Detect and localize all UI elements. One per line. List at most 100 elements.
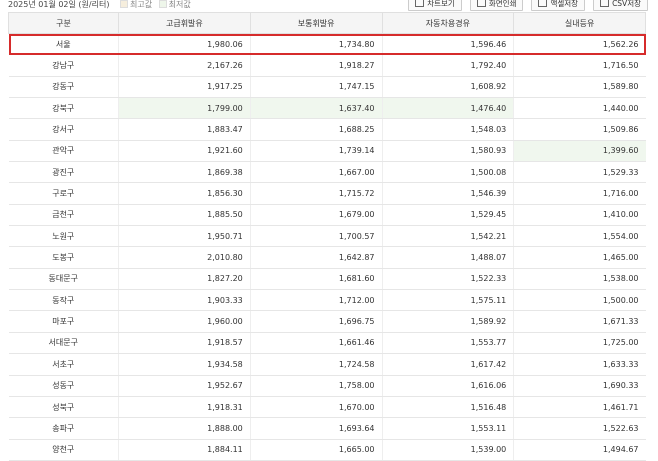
legend-min-label: 최저값	[168, 0, 191, 9]
csv-save-button[interactable]: CSV저장	[593, 0, 648, 11]
table-body: 서울 1,980.06 1,734.80 1,596.46 1,562.26 강남구 2,1…	[8, 33, 646, 461]
price-cell: 1,888.00	[118, 417, 251, 440]
region-cell: 송파구	[8, 417, 119, 440]
price-cell: 2,010.80	[118, 246, 251, 269]
price-cell: 1,522.63	[513, 417, 646, 440]
price-cell: 1,509.86	[513, 118, 646, 141]
print-screen-button[interactable]: 화면인쇄	[469, 0, 524, 11]
toolbar: 2025년 01월 02일 (원/리터) 최고값 최저값 차트보기 화면인쇄 액…	[0, 0, 658, 12]
price-cell: 1,476.40	[381, 97, 514, 120]
price-cell: 1,642.87	[249, 246, 382, 269]
table-row: 성동구 1,952.67 1,758.00 1,616.06 1,690.33	[8, 375, 646, 397]
price-cell: 1,712.00	[249, 289, 382, 312]
region-cell: 서울	[8, 33, 119, 56]
region-cell: 강동구	[8, 76, 119, 99]
price-cell: 1,917.25	[118, 76, 251, 99]
region-cell: 양천구	[8, 439, 119, 461]
table-row: 송파구 1,888.00 1,693.64 1,553.11 1,522.63	[8, 417, 646, 440]
price-cell: 1,869.38	[118, 161, 251, 184]
table-row: 서대문구 1,918.57 1,661.46 1,553.77 1,725.00	[8, 332, 646, 355]
price-cell: 1,792.40	[381, 54, 514, 77]
price-cell: 1,580.93	[381, 140, 514, 163]
table-row: 금천구 1,885.50 1,679.00 1,529.45 1,410.00	[8, 204, 646, 227]
price-cell: 1,529.45	[381, 204, 514, 227]
region-cell: 동대문구	[8, 268, 119, 291]
price-cell: 1,918.57	[118, 332, 251, 355]
price-cell: 1,500.00	[513, 289, 646, 312]
chart-view-button[interactable]: 차트보기	[408, 0, 462, 11]
region-cell: 강남구	[8, 54, 119, 77]
price-cell: 1,758.00	[249, 375, 382, 397]
region-cell: 구로구	[8, 182, 119, 205]
price-cell: 1,562.26	[513, 33, 646, 56]
price-cell: 1,883.47	[118, 118, 251, 141]
price-cell: 1,734.80	[249, 33, 382, 56]
print-icon	[476, 0, 486, 7]
price-cell: 1,589.92	[381, 310, 514, 333]
region-cell: 서초구	[8, 353, 119, 376]
price-cell: 1,410.00	[513, 204, 646, 227]
price-cell: 1,856.30	[118, 182, 251, 205]
price-cell: 1,724.58	[249, 353, 382, 376]
price-cell: 1,690.33	[513, 375, 646, 397]
price-cell: 1,529.33	[513, 161, 646, 184]
price-cell: 1,500.08	[381, 161, 514, 184]
price-cell: 1,616.06	[381, 375, 514, 397]
region-cell: 서대문구	[8, 332, 119, 355]
price-cell: 1,661.46	[249, 332, 382, 355]
price-cell: 1,575.11	[381, 289, 514, 312]
price-cell: 1,885.50	[118, 204, 251, 227]
region-cell: 동작구	[8, 289, 119, 312]
price-cell: 1,725.00	[513, 332, 646, 355]
column-header[interactable]: 자동차용경유	[381, 12, 515, 34]
price-cell: 1,516.48	[381, 396, 514, 419]
price-cell: 1,608.92	[381, 76, 514, 99]
action-buttons: 차트보기 화면인쇄 액셀저장 CSV저장	[408, 0, 648, 11]
price-cell: 1,465.00	[513, 246, 646, 269]
price-cell: 1,918.31	[118, 396, 251, 419]
column-header[interactable]: 보통휘발유	[249, 12, 383, 34]
excel-save-button[interactable]: 액셀저장	[531, 0, 586, 11]
min-value-swatch	[158, 0, 167, 8]
price-cell: 1,716.50	[513, 54, 646, 77]
price-cell: 1,921.60	[118, 140, 251, 163]
column-header[interactable]: 실내등유	[513, 12, 646, 34]
table-row: 노원구 1,950.71 1,700.57 1,542.21 1,554.00	[8, 225, 646, 248]
price-cell: 1,679.00	[249, 204, 382, 227]
price-cell: 1,399.60	[513, 140, 646, 163]
date-text: 2025년 01월 02일 (원/리터)	[8, 0, 110, 9]
table-row-highlighted: 서울 1,980.06 1,734.80 1,596.46 1,562.26	[8, 33, 646, 56]
column-header[interactable]: 고급휘발유	[118, 12, 251, 34]
table-row: 서초구 1,934.58 1,724.58 1,617.42 1,633.33	[8, 353, 646, 376]
price-cell: 1,670.00	[249, 396, 382, 419]
table-row: 강동구 1,917.25 1,747.15 1,608.92 1,589.80	[8, 76, 646, 99]
price-cell: 1,546.39	[381, 182, 514, 205]
legend: 최고값 최저값	[116, 0, 191, 10]
price-cell: 1,681.60	[249, 268, 382, 291]
region-cell: 마포구	[8, 310, 119, 333]
price-cell: 1,671.33	[513, 310, 646, 333]
price-cell: 1,617.42	[381, 353, 514, 376]
price-cell: 1,693.64	[249, 417, 382, 440]
price-cell: 1,637.40	[249, 97, 382, 120]
price-table: 구분 고급휘발유 보통휘발유 자동차용경유 실내등유 서울 1,980.06 1,7…	[8, 12, 646, 461]
price-cell: 1,667.00	[249, 161, 382, 184]
price-cell: 1,494.67	[513, 439, 646, 461]
price-cell: 1,553.11	[381, 417, 514, 440]
price-cell: 1,716.00	[513, 182, 646, 205]
price-cell: 1,589.80	[513, 76, 646, 99]
price-cell: 1,553.77	[381, 332, 514, 355]
price-cell: 1,696.75	[249, 310, 382, 333]
table-row: 양천구 1,884.11 1,665.00 1,539.00 1,494.67	[8, 439, 646, 461]
price-cell: 1,747.15	[249, 76, 382, 99]
price-cell: 1,960.00	[118, 310, 251, 333]
print-icon	[415, 0, 425, 7]
max-value-swatch	[120, 0, 128, 8]
price-cell: 1,934.58	[118, 353, 251, 376]
price-cell: 1,827.20	[118, 268, 251, 291]
region-cell: 노원구	[8, 225, 119, 248]
table-row: 구로구 1,856.30 1,715.72 1,546.39 1,716.00	[8, 182, 646, 205]
region-cell: 강서구	[8, 118, 119, 141]
column-header[interactable]: 구분	[8, 12, 119, 34]
price-cell: 1,538.00	[513, 268, 646, 291]
